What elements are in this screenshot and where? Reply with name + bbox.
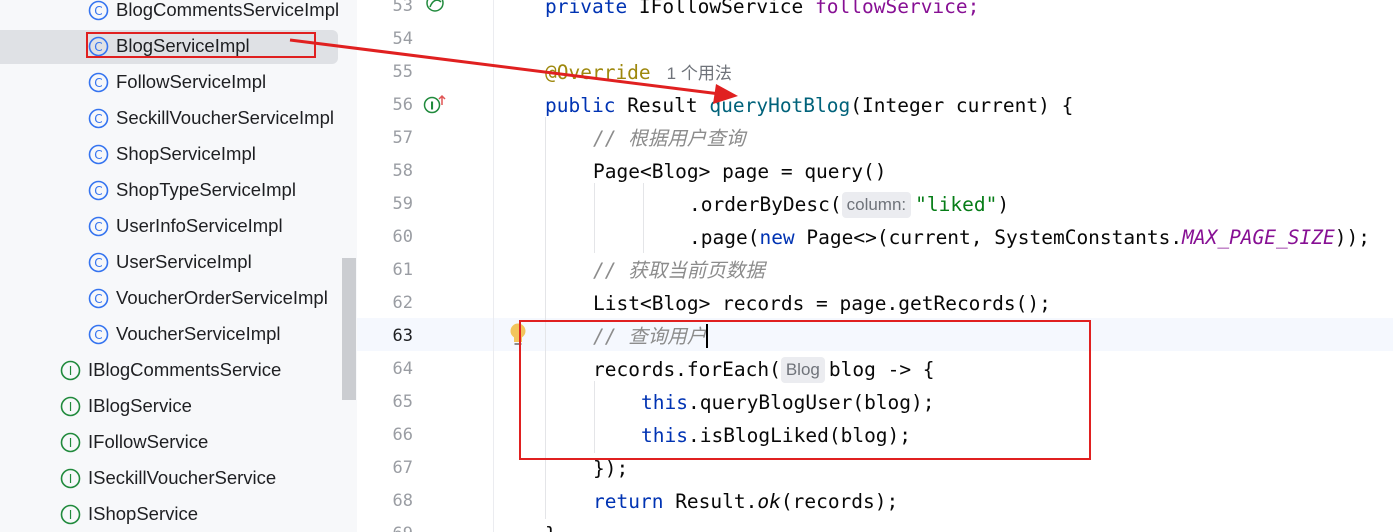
line-number: 59 — [392, 194, 413, 214]
tree-item-voucher-order-service-impl[interactable]: C VoucherOrderServiceImpl — [0, 282, 342, 316]
class-icon: C — [88, 288, 109, 309]
line-number: 62 — [392, 293, 413, 313]
line-number: 61 — [392, 260, 413, 280]
tree-item-label: IFollowService — [88, 431, 209, 452]
svg-text:I: I — [69, 364, 73, 378]
code-line-53: private IFollowService followService; — [545, 0, 980, 18]
class-icon: C — [88, 180, 109, 201]
svg-text:C: C — [94, 220, 102, 234]
code-line-56: public Result queryHotBlog(Integer curre… — [545, 94, 1074, 117]
class-icon: C — [88, 72, 109, 93]
class-icon: C — [88, 216, 109, 237]
tree-item-label: IShopService — [88, 503, 199, 524]
line-number: 58 — [392, 161, 413, 181]
code-line-57: // 根据用户查询 — [593, 127, 746, 150]
line-number: 53 — [392, 0, 413, 16]
tree-item-follow-service-impl[interactable]: C FollowServiceImpl — [0, 66, 342, 100]
gutter-border — [493, 0, 494, 532]
interface-icon: I — [60, 468, 81, 489]
tree-item-label: IBlogCommentsService — [88, 359, 282, 380]
class-icon: C — [88, 324, 109, 345]
line-number: 66 — [392, 425, 413, 445]
code-line-69: } — [545, 518, 557, 532]
svg-text:C: C — [94, 328, 102, 342]
line-number: 56 — [392, 95, 413, 115]
tree-item-blog-comments-service-impl[interactable]: C BlogCommentsServiceImpl — [0, 0, 342, 28]
interface-icon: I — [60, 504, 81, 525]
tree-item-ifollow-service[interactable]: I IFollowService — [0, 426, 342, 460]
class-icon: C — [88, 252, 109, 273]
parameter-hint: column: — [841, 192, 912, 218]
tree-item-iblog-comments-service[interactable]: I IBlogCommentsService — [0, 354, 342, 388]
interface-icon: I — [60, 360, 81, 381]
tree-item-iblog-service[interactable]: I IBlogService — [0, 390, 342, 424]
svg-text:C: C — [94, 4, 102, 18]
tree-item-label: UserServiceImpl — [116, 251, 252, 272]
code-line-68: return Result.ok(records); — [593, 490, 899, 513]
tree-item-seckill-voucher-service-impl[interactable]: C SeckillVoucherServiceImpl — [0, 102, 342, 136]
highlight-box-blog-service-impl — [86, 32, 316, 58]
interface-icon: I — [60, 396, 81, 417]
interface-icon: I — [60, 432, 81, 453]
line-number: 57 — [392, 128, 413, 148]
class-icon: C — [88, 144, 109, 165]
tree-item-label: ShopServiceImpl — [116, 143, 256, 164]
line-number: 55 — [392, 62, 413, 82]
usages-hint[interactable]: 1 个用法 — [667, 64, 732, 83]
autowired-bean-icon[interactable] — [425, 0, 447, 16]
tree-item-label: ISeckillVoucherService — [88, 467, 277, 488]
svg-text:C: C — [94, 112, 102, 126]
line-number: 60 — [392, 227, 413, 247]
line-number: 65 — [392, 392, 413, 412]
tree-item-user-info-service-impl[interactable]: C UserInfoServiceImpl — [0, 210, 342, 244]
tree-item-label: IBlogService — [88, 395, 192, 416]
line-number: 67 — [392, 458, 413, 478]
svg-text:I: I — [430, 100, 434, 113]
code-line-61: // 获取当前页数据 — [593, 259, 765, 282]
code-line-62: List<Blog> records = page.getRecords(); — [593, 292, 1051, 315]
highlight-box-foreach-block — [519, 320, 1091, 460]
tree-item-label: VoucherServiceImpl — [116, 323, 281, 344]
implements-method-icon[interactable]: I — [423, 94, 447, 116]
tree-item-iseckill-voucher-service[interactable]: I ISeckillVoucherService — [0, 462, 342, 496]
project-tree: C BlogCommentsServiceImpl C BlogServiceI… — [0, 0, 357, 532]
code-line-60: .page(new Page<>(current, SystemConstant… — [689, 226, 1370, 249]
class-icon: C — [88, 0, 109, 21]
svg-text:C: C — [94, 184, 102, 198]
line-number: 69 — [357, 518, 413, 532]
svg-text:C: C — [94, 292, 102, 306]
line-number: 68 — [392, 491, 413, 511]
tree-item-ishop-service[interactable]: I IShopService — [0, 498, 342, 532]
tree-item-label: FollowServiceImpl — [116, 71, 267, 92]
line-number: 64 — [392, 359, 413, 379]
svg-text:I: I — [69, 508, 73, 522]
indent-guide — [643, 183, 644, 253]
svg-text:C: C — [94, 256, 102, 270]
svg-text:C: C — [94, 76, 102, 90]
tree-item-label: SeckillVoucherServiceImpl — [116, 107, 334, 128]
indent-guide — [594, 183, 595, 253]
code-line-58: Page<Blog> page = query() — [593, 160, 887, 183]
svg-text:I: I — [69, 472, 73, 486]
class-icon: C — [88, 108, 109, 129]
tree-item-voucher-service-impl[interactable]: C VoucherServiceImpl — [0, 318, 342, 352]
tree-item-label: UserInfoServiceImpl — [116, 215, 283, 236]
tree-item-shop-service-impl[interactable]: C ShopServiceImpl — [0, 138, 342, 172]
code-line-59: .orderByDesc(column: "liked") — [689, 192, 1010, 218]
svg-text:I: I — [69, 436, 73, 450]
tree-item-label: ShopTypeServiceImpl — [116, 179, 296, 200]
line-number-current: 63 — [392, 326, 413, 346]
tree-item-label: BlogCommentsServiceImpl — [116, 0, 340, 20]
tree-item-shop-type-service-impl[interactable]: C ShopTypeServiceImpl — [0, 174, 342, 208]
tree-scrollbar-thumb[interactable] — [342, 258, 356, 400]
svg-text:C: C — [94, 148, 102, 162]
svg-text:I: I — [69, 400, 73, 414]
code-line-55: @Override 1 个用法 — [545, 61, 732, 84]
tree-item-user-service-impl[interactable]: C UserServiceImpl — [0, 246, 342, 280]
tree-item-label: VoucherOrderServiceImpl — [116, 287, 328, 308]
line-number: 54 — [392, 29, 413, 49]
